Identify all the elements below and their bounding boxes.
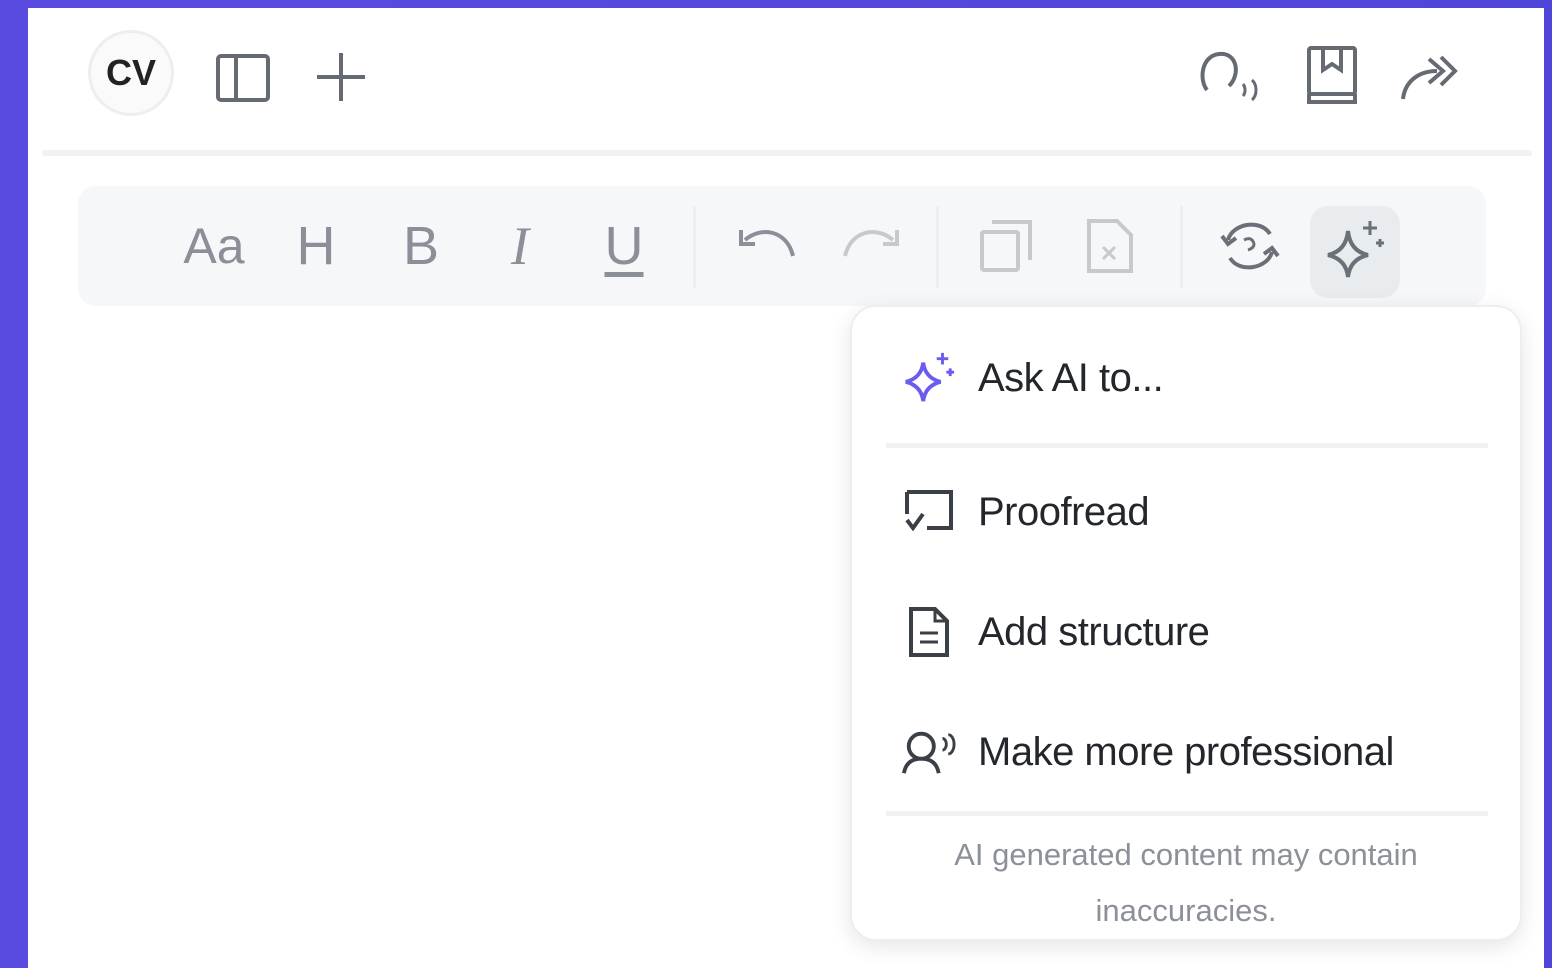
menu-item-label: Proofread	[978, 489, 1150, 534]
menu-divider	[886, 811, 1488, 816]
share-forward-icon[interactable]	[1396, 46, 1462, 106]
toolbar-separator	[693, 206, 696, 288]
toolbar-separator	[1180, 206, 1183, 288]
ai-disclaimer: AI generated content may contain inaccur…	[954, 837, 1418, 928]
sparkle-icon	[1322, 217, 1388, 288]
sidebar-toggle-icon[interactable]	[208, 48, 278, 108]
toolbar-separator	[936, 206, 939, 288]
refresh-icon[interactable]	[1216, 198, 1284, 294]
menu-item-add-structure[interactable]: Add structure	[902, 597, 1210, 667]
avatar[interactable]: CV	[88, 30, 174, 116]
delete-document-icon[interactable]	[1082, 198, 1138, 294]
undo-icon[interactable]	[732, 198, 802, 294]
text-size-button[interactable]: Aa	[174, 198, 254, 294]
book-icon[interactable]	[1302, 42, 1362, 108]
proofread-icon	[902, 485, 956, 539]
plus-icon[interactable]	[310, 46, 372, 108]
menu-item-ask-ai[interactable]: Ask AI to...	[902, 343, 1164, 413]
formatting-toolbar: Aa H B I U	[78, 186, 1486, 306]
sparkle-icon	[902, 351, 956, 405]
document-icon	[902, 605, 956, 659]
italic-button[interactable]: I	[492, 198, 548, 294]
speaker-person-icon	[902, 725, 956, 779]
menu-item-label: Make more professional	[978, 729, 1394, 774]
voice-icon[interactable]	[1196, 44, 1268, 108]
editor-window: CV Aa H B I U Ask AI to... Proofread Add…	[28, 8, 1544, 968]
ai-actions-menu: Ask AI to... Proofread Add structure Mak…	[850, 305, 1522, 941]
redo-icon[interactable]	[836, 198, 906, 294]
menu-divider	[886, 443, 1488, 448]
menu-item-label: Add structure	[978, 609, 1210, 654]
menu-item-make-professional[interactable]: Make more professional	[902, 717, 1394, 787]
underline-button[interactable]: U	[594, 198, 654, 294]
header-divider	[42, 150, 1532, 156]
menu-item-proofread[interactable]: Proofread	[902, 477, 1150, 547]
bold-button[interactable]: B	[392, 198, 450, 294]
menu-item-label: Ask AI to...	[978, 355, 1164, 400]
top-bar: CV	[28, 8, 1544, 148]
ai-sparkle-button[interactable]	[1310, 206, 1400, 298]
heading-button[interactable]: H	[284, 198, 348, 294]
copy-icon[interactable]	[976, 198, 1036, 294]
